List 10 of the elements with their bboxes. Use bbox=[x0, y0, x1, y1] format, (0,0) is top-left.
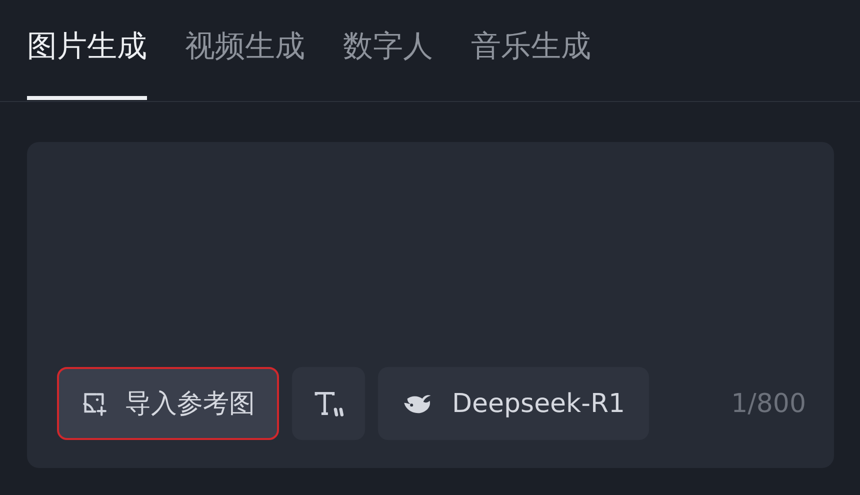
prompt-input-panel[interactable]: 导入参考图 Deepseek-R1 1/800 bbox=[27, 142, 834, 468]
model-select-button[interactable]: Deepseek-R1 bbox=[378, 367, 650, 440]
import-reference-button[interactable]: 导入参考图 bbox=[57, 367, 279, 440]
image-add-icon bbox=[81, 390, 107, 416]
character-counter: 1/800 bbox=[731, 388, 806, 418]
tab[interactable]: 数字人 bbox=[343, 0, 433, 100]
tab[interactable]: 图片生成 bbox=[27, 0, 147, 100]
tab[interactable]: 视频生成 bbox=[185, 0, 305, 100]
tab[interactable]: 音乐生成 bbox=[471, 0, 591, 100]
text-style-button[interactable] bbox=[292, 367, 365, 440]
